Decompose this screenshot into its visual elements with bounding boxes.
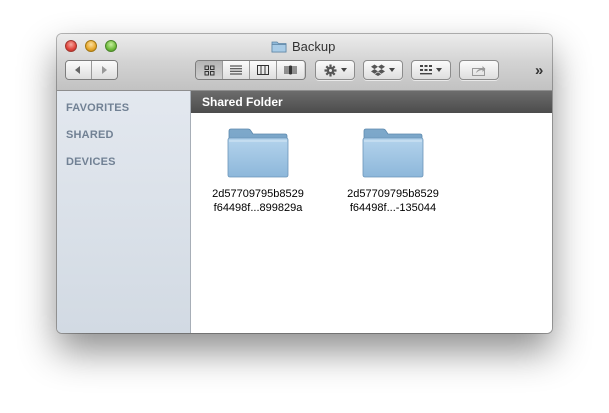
- chevron-down-icon: [436, 68, 442, 72]
- zoom-button[interactable]: [105, 40, 117, 52]
- toolbar-overflow-button[interactable]: »: [535, 62, 543, 79]
- folder-item[interactable]: 2d57709795b8529 f64498f...-135044: [328, 127, 458, 215]
- arrange-menu-button[interactable]: [411, 60, 451, 80]
- arrange-icon: [420, 65, 432, 75]
- path-bar-label: Shared Folder: [202, 95, 283, 109]
- icon-view-button[interactable]: [196, 61, 223, 79]
- title-bar: Backup »: [57, 34, 552, 91]
- dropbox-icon: [371, 64, 385, 76]
- column-view-icon: [257, 65, 269, 75]
- share-icon: [472, 65, 486, 76]
- dropbox-menu-button[interactable]: [363, 60, 403, 80]
- minimize-button[interactable]: [85, 40, 97, 52]
- share-button[interactable]: [459, 60, 499, 80]
- file-area: 2d57709795b8529 f64498f...899829a 2d5770…: [191, 113, 552, 333]
- back-button[interactable]: [66, 61, 92, 79]
- folder-icon: [271, 41, 287, 52]
- coverflow-view-icon: [284, 65, 297, 75]
- sidebar-heading-shared[interactable]: SHARED: [66, 129, 114, 141]
- path-bar: Shared Folder: [191, 91, 552, 113]
- folder-name-line1: 2d57709795b8529: [212, 188, 304, 200]
- window-title: Backup: [271, 38, 335, 54]
- folder-item[interactable]: 2d57709795b8529 f64498f...899829a: [193, 127, 323, 215]
- gear-icon: [324, 64, 336, 76]
- finder-window: Backup » FAVORITES SHARED DEVICES Shared…: [57, 34, 552, 333]
- window-title-text: Backup: [292, 38, 336, 54]
- folder-icon: [227, 128, 289, 178]
- coverflow-view-button[interactable]: [277, 61, 304, 79]
- folder-name-line1: 2d57709795b8529: [347, 188, 439, 200]
- sidebar-heading-devices[interactable]: DEVICES: [66, 156, 116, 168]
- view-mode-control: [195, 60, 306, 80]
- folder-name-line2: f64498f...899829a: [213, 202, 303, 214]
- forward-button[interactable]: [91, 61, 117, 79]
- action-menu-button[interactable]: [315, 60, 355, 80]
- back-forward-group: [65, 60, 118, 80]
- icon-view-icon: [204, 65, 214, 75]
- back-arrow-icon: [75, 66, 81, 74]
- folder-name: 2d57709795b8529 f64498f...899829a: [193, 187, 323, 215]
- folder-icon: [362, 128, 424, 178]
- folder-name-line2: f64498f...-135044: [349, 202, 437, 214]
- sidebar: FAVORITES SHARED DEVICES: [57, 91, 191, 333]
- list-view-button[interactable]: [223, 61, 250, 79]
- chevron-down-icon: [389, 68, 395, 72]
- chevron-down-icon: [340, 68, 347, 72]
- list-view-icon: [230, 65, 242, 75]
- forward-arrow-icon: [102, 66, 108, 74]
- folder-name: 2d57709795b8529 f64498f...-135044: [328, 187, 458, 215]
- column-view-button[interactable]: [250, 61, 277, 79]
- sidebar-heading-favorites[interactable]: FAVORITES: [66, 102, 129, 114]
- close-button[interactable]: [65, 40, 77, 52]
